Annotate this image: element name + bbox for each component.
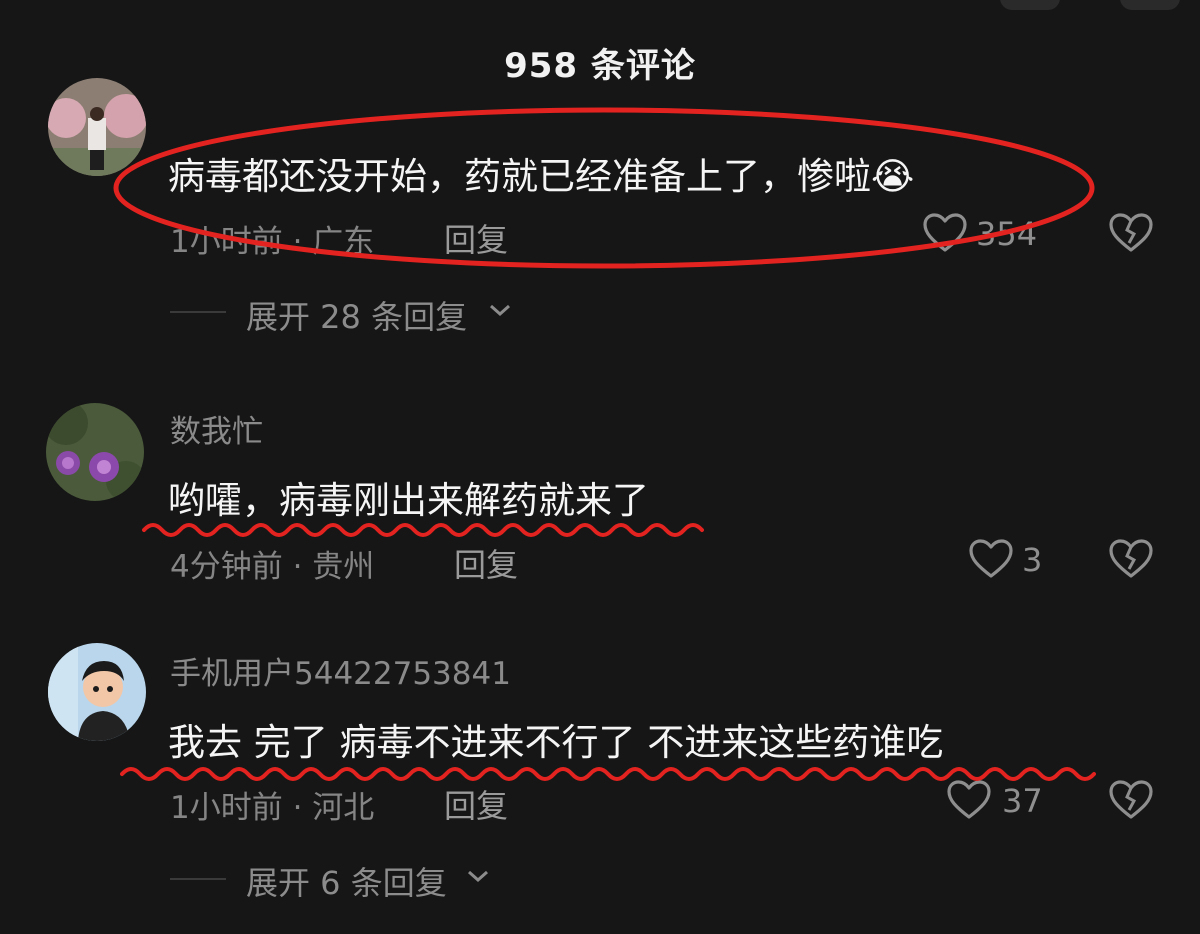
- heart-outline-icon[interactable]: [968, 538, 1014, 584]
- reply-button[interactable]: 回复: [444, 781, 508, 827]
- username[interactable]: 数我忙: [170, 406, 263, 451]
- annotation-wavy-underline-2: [120, 767, 1096, 781]
- expand-divider: [170, 878, 226, 880]
- like-count: 3: [1022, 541, 1043, 579]
- comment-meta: 4分钟前 · 贵州: [170, 549, 375, 585]
- chevron-down-icon: [466, 868, 490, 888]
- like-count: 37: [1002, 782, 1043, 820]
- expand-replies-label: 展开 6 条回复: [246, 864, 447, 902]
- reply-button[interactable]: 回复: [454, 540, 518, 586]
- comment-text: 我去 完了 病毒不进来不行了 不进来这些药谁吃: [168, 721, 944, 764]
- username[interactable]: 手机用户54422753841: [170, 648, 511, 693]
- annotation-wavy-underline-1: [142, 523, 704, 537]
- avatar[interactable]: [46, 403, 144, 501]
- broken-heart-icon[interactable]: [1108, 779, 1154, 825]
- avatar[interactable]: [48, 643, 146, 741]
- broken-heart-icon[interactable]: [1108, 538, 1154, 584]
- comment-meta: 1小时前 · 河北: [170, 790, 375, 826]
